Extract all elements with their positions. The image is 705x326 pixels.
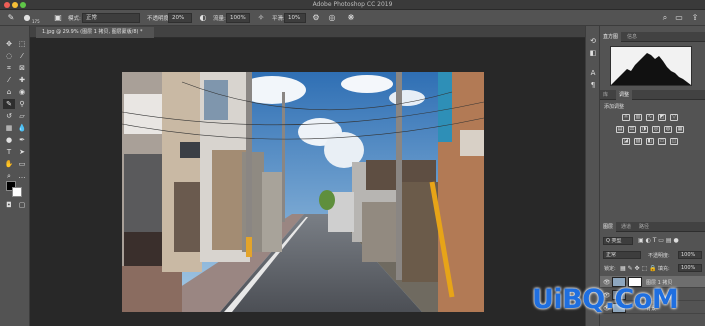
- invert-icon[interactable]: ◪: [622, 138, 630, 145]
- eraser-tool-icon[interactable]: ▱: [16, 111, 28, 121]
- gradient-map-icon[interactable]: ▭: [658, 138, 666, 145]
- gradient-tool-icon[interactable]: ▦: [3, 123, 15, 133]
- history-brush-tool-icon[interactable]: ↺: [3, 111, 15, 121]
- fill-field[interactable]: 100%: [678, 264, 702, 272]
- lock-label: 锁定:: [604, 266, 616, 272]
- tools-panel: ✥ ⬚ ◌ ⁄ ⌗ ⊠ ⁄ ✚ ⌂ ◉ ✎ ⚲ ↺ ▱ ▦ 💧 ● ✒ T ➤ …: [0, 26, 30, 326]
- screen-mode-icon[interactable]: ▢: [16, 200, 28, 210]
- blur-tool-icon[interactable]: 💧: [16, 123, 28, 133]
- tab-histogram[interactable]: 直方图: [600, 32, 622, 42]
- black-white-icon[interactable]: ◑: [640, 126, 648, 133]
- more-tools-icon[interactable]: …: [16, 171, 28, 181]
- smoothing-field[interactable]: 10%: [284, 13, 306, 23]
- vibrance-icon[interactable]: ▽: [670, 114, 678, 121]
- pressure-opacity-icon[interactable]: ◐: [197, 13, 209, 23]
- frame-tool-icon[interactable]: ⊠: [16, 63, 28, 73]
- selective-color-icon[interactable]: ◫: [670, 138, 678, 145]
- dodge-tool-icon[interactable]: ●: [3, 135, 15, 145]
- layer-filter-select[interactable]: Q 类型: [603, 237, 633, 245]
- brush-size-value: 175: [32, 19, 40, 24]
- smoothing-label: 平滑:: [272, 16, 285, 22]
- clone-stamp-tool-icon[interactable]: ⚲: [16, 99, 28, 109]
- hand-tool-icon[interactable]: ✋: [3, 159, 15, 169]
- history-panel-icon[interactable]: ⟲: [587, 36, 599, 46]
- panel-dock: ⟲ ◧ A ¶: [585, 26, 599, 326]
- share-icon[interactable]: ⇪: [690, 13, 700, 23]
- layers-panel-tabs: 图层 通道 路径: [600, 222, 705, 232]
- window-title: Adobe Photoshop CC 2019: [312, 1, 393, 8]
- smoothing-options-icon[interactable]: ⚙: [310, 13, 322, 23]
- eyedropper-tool-icon[interactable]: ⁄: [3, 75, 15, 85]
- type-tool-icon[interactable]: T: [3, 147, 15, 157]
- magic-wand-tool-icon[interactable]: ⁄: [16, 51, 28, 61]
- threshold-icon[interactable]: ◧: [646, 138, 654, 145]
- fill-label: 填充:: [658, 266, 670, 272]
- adjustments-panel-tabs: 库 调整: [600, 90, 705, 100]
- tab-libraries[interactable]: 库: [600, 90, 611, 100]
- lasso-tool-icon[interactable]: ◌: [3, 51, 15, 61]
- character-panel-icon[interactable]: A: [587, 68, 599, 78]
- tab-channels[interactable]: 通道: [618, 222, 634, 232]
- pen-tool-icon[interactable]: ✒: [16, 135, 28, 145]
- tab-layers[interactable]: 图层: [600, 222, 617, 232]
- photo-filter-icon[interactable]: ◎: [652, 126, 660, 133]
- right-panels: 直方图 信息 库 调整 添加调整 ☼ ▥ ∿ ◩ ▽ ▤ ⚖ ◑ ◎ ◍ ▦ ◪…: [599, 26, 705, 326]
- histogram-graph: [610, 46, 692, 86]
- artboard-tool-icon[interactable]: ⬚: [16, 39, 28, 49]
- levels-icon[interactable]: ▥: [634, 114, 642, 121]
- add-adjustment-heading: 添加调整: [604, 104, 625, 110]
- mode-select[interactable]: 正常: [82, 13, 140, 23]
- brush-panel-icon[interactable]: ▣: [52, 13, 64, 23]
- brightness-contrast-icon[interactable]: ☼: [622, 114, 630, 121]
- tab-info[interactable]: 信息: [624, 32, 640, 42]
- tab-paths[interactable]: 路径: [636, 222, 652, 232]
- path-selection-tool-icon[interactable]: ➤: [16, 147, 28, 157]
- brush-tool-icon[interactable]: ✎: [3, 99, 15, 109]
- airbrush-icon[interactable]: ✧: [255, 13, 267, 23]
- layer-opacity-field[interactable]: 100%: [678, 251, 702, 259]
- zoom-tool-icon[interactable]: ⌕: [3, 171, 15, 181]
- background-color-swatch[interactable]: [12, 187, 22, 197]
- color-balance-icon[interactable]: ⚖: [628, 126, 636, 133]
- channel-mixer-icon[interactable]: ◍: [664, 126, 672, 133]
- lock-icons[interactable]: ▦ ✎ ✥ ⬚ 🔒: [620, 265, 657, 272]
- pressure-size-icon[interactable]: ◎: [326, 13, 338, 23]
- move-tool-icon[interactable]: ✥: [3, 39, 15, 49]
- opacity-field[interactable]: 20%: [168, 13, 192, 23]
- flow-label: 流量:: [213, 16, 226, 22]
- tab-adjustments[interactable]: 调整: [616, 90, 633, 100]
- watermark-logo: UiBQ.CoM: [532, 284, 679, 315]
- symmetry-icon[interactable]: ❋: [345, 13, 357, 23]
- search-icon[interactable]: ⌕: [660, 13, 670, 23]
- rectangle-tool-icon[interactable]: ▭: [16, 159, 28, 169]
- color-lookup-icon[interactable]: ▦: [676, 126, 684, 133]
- exposure-icon[interactable]: ◩: [658, 114, 666, 121]
- crop-tool-icon[interactable]: ⌗: [3, 63, 15, 73]
- layer-opacity-label: 不透明度:: [648, 253, 670, 259]
- workspace-icon[interactable]: ▭: [674, 13, 684, 23]
- blend-mode-select[interactable]: 正常: [603, 251, 641, 259]
- posterize-icon[interactable]: ▨: [634, 138, 642, 145]
- healing-brush-tool-icon[interactable]: ✚: [16, 75, 28, 85]
- document-tab[interactable]: 1.jpg @ 29.9% (图层 1 拷贝, 图层蒙版/8) *: [36, 27, 154, 38]
- title-bar: Adobe Photoshop CC 2019: [0, 0, 705, 10]
- histogram-panel-tabs: 直方图 信息: [600, 32, 705, 42]
- curves-icon[interactable]: ∿: [646, 114, 654, 121]
- properties-panel-icon[interactable]: ◧: [587, 48, 599, 58]
- red-eye-tool-icon[interactable]: ◉: [16, 87, 28, 97]
- document-tab-bar: 1.jpg @ 29.9% (图层 1 拷贝, 图层蒙版/8) *: [30, 26, 600, 38]
- options-bar: ✎ ● 175 ▣ 模式: 正常 不透明度: 20% ◐ 流量: 100% ✧ …: [0, 10, 705, 26]
- hue-saturation-icon[interactable]: ▤: [616, 126, 624, 133]
- canvas-image[interactable]: [122, 72, 484, 312]
- layer-filter-icons[interactable]: ▣ ◐ T ▭ ▤ ●: [638, 237, 679, 244]
- quick-mask-icon[interactable]: ◘: [3, 200, 15, 210]
- mode-label: 模式:: [68, 16, 81, 22]
- patch-tool-icon[interactable]: ⌂: [3, 87, 15, 97]
- paragraph-panel-icon[interactable]: ¶: [587, 80, 599, 90]
- flow-field[interactable]: 100%: [226, 13, 250, 23]
- brush-tool-icon[interactable]: ✎: [5, 13, 17, 23]
